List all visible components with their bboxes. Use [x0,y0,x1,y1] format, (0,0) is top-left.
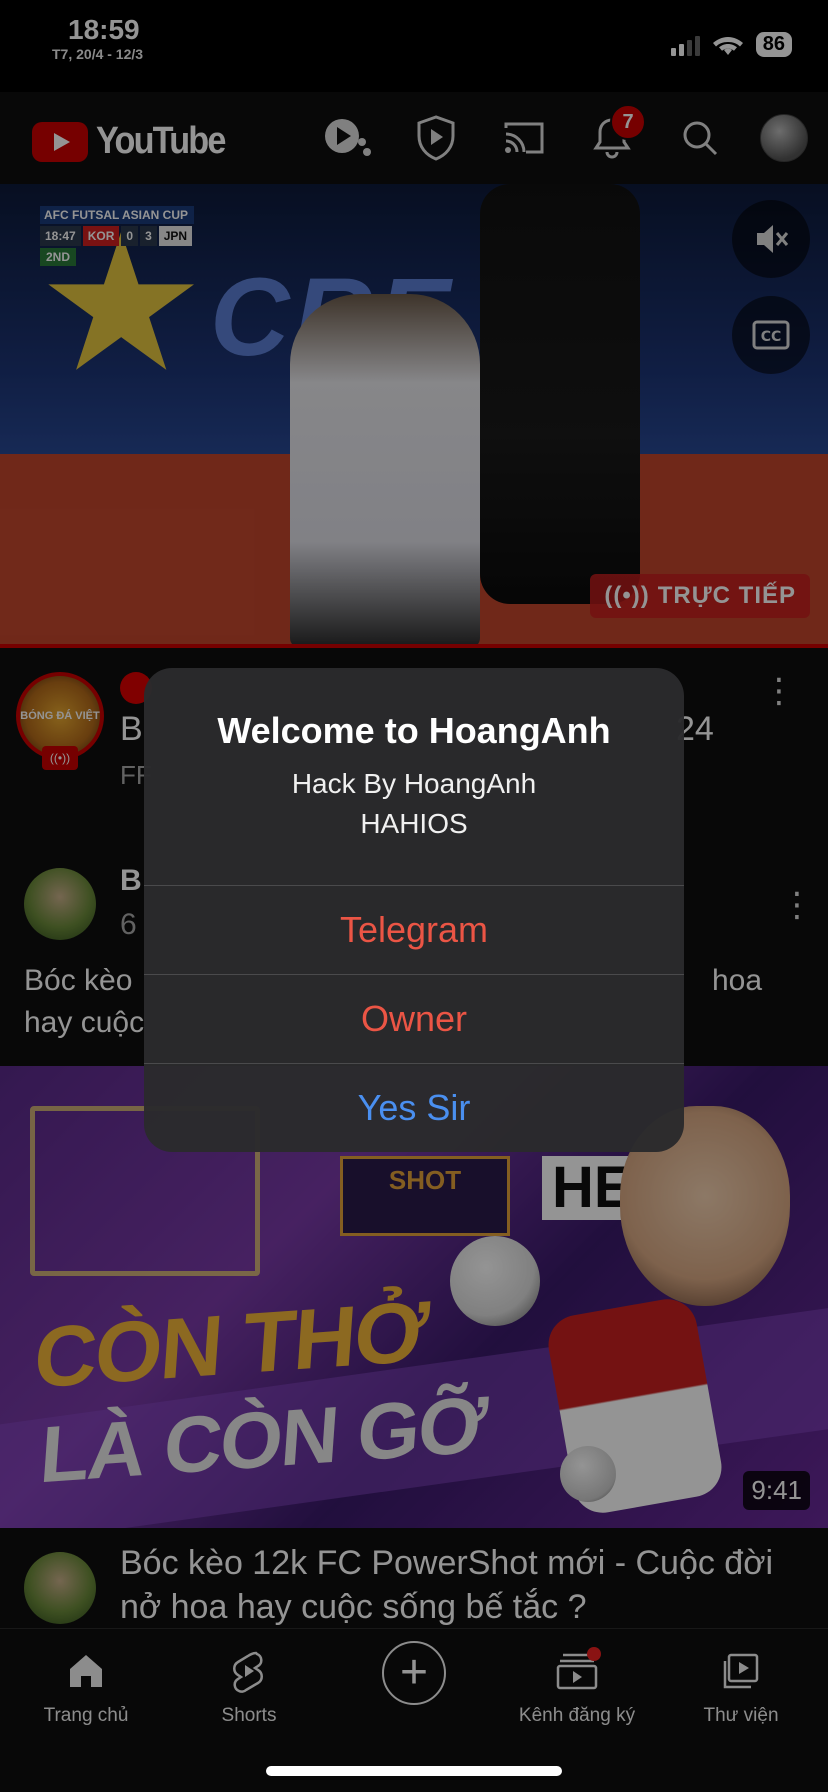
alert-message: Hack By HoangAnh HAHIOS [144,764,684,844]
alert-dialog: Welcome to HoangAnh Hack By HoangAnh HAH… [144,668,684,1152]
alert-message-line2: HAHIOS [360,808,468,839]
owner-button[interactable]: Owner [144,974,684,1062]
alert-message-line1: Hack By HoangAnh [291,768,537,799]
yes-sir-button[interactable]: Yes Sir [144,1063,684,1151]
alert-title: Welcome to HoangAnh [217,710,611,751]
telegram-button[interactable]: Telegram [144,885,684,973]
home-indicator[interactable] [266,1766,562,1776]
